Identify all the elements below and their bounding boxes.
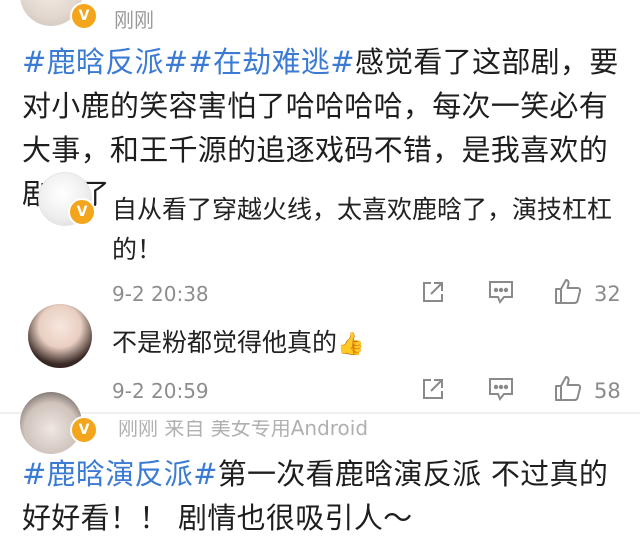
post-body: #鹿晗演反派#第一次看鹿晗演反派 不过真的好好看！！ 剧情也很吸引人～ bbox=[22, 452, 632, 540]
reply-time: 9-2 20:59 bbox=[112, 379, 209, 403]
divider bbox=[0, 412, 640, 414]
thumbs-up-emoji: 👍 bbox=[337, 332, 365, 357]
reply-text-content: 不是粉都觉得他真的 bbox=[112, 328, 338, 357]
verified-badge-icon: V bbox=[70, 2, 98, 30]
reply-text: 自从看了穿越火线，太喜欢鹿晗了，演技杠杠的！ bbox=[112, 195, 613, 264]
reply-time: 9-2 20:38 bbox=[112, 282, 209, 306]
comment-icon[interactable] bbox=[487, 279, 515, 305]
thumbs-up-icon[interactable] bbox=[553, 374, 583, 402]
share-icon[interactable] bbox=[420, 279, 446, 305]
comment-icon[interactable] bbox=[487, 376, 515, 402]
like-count: 58 bbox=[594, 379, 621, 403]
verified-badge-icon: V bbox=[68, 198, 96, 226]
post-time: 刚刚 bbox=[114, 8, 154, 32]
reply-text: 不是粉都觉得他真的👍 bbox=[112, 323, 612, 365]
hashtag-link[interactable]: #在劫难逃# bbox=[188, 45, 354, 79]
share-icon[interactable] bbox=[420, 376, 446, 402]
avatar[interactable] bbox=[28, 304, 92, 368]
hashtag-link[interactable]: #鹿晗反派# bbox=[22, 45, 188, 79]
like-count: 32 bbox=[594, 282, 621, 306]
verified-badge-icon: V bbox=[70, 416, 98, 444]
hashtag-link[interactable]: #鹿晗演反派# bbox=[22, 457, 218, 491]
post-meta: 刚刚 来自 美女专用Android bbox=[118, 416, 369, 440]
thumbs-up-icon[interactable] bbox=[553, 277, 583, 305]
